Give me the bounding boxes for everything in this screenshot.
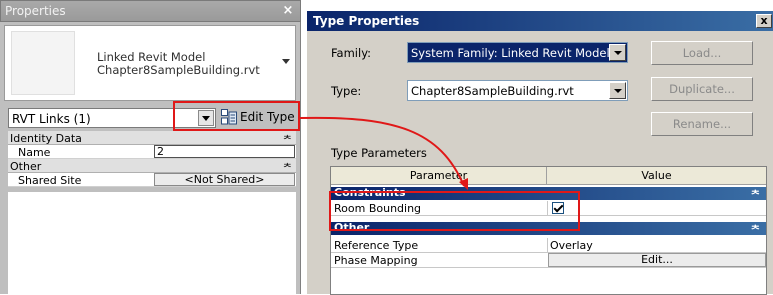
- callout-arrow: [299, 116, 468, 190]
